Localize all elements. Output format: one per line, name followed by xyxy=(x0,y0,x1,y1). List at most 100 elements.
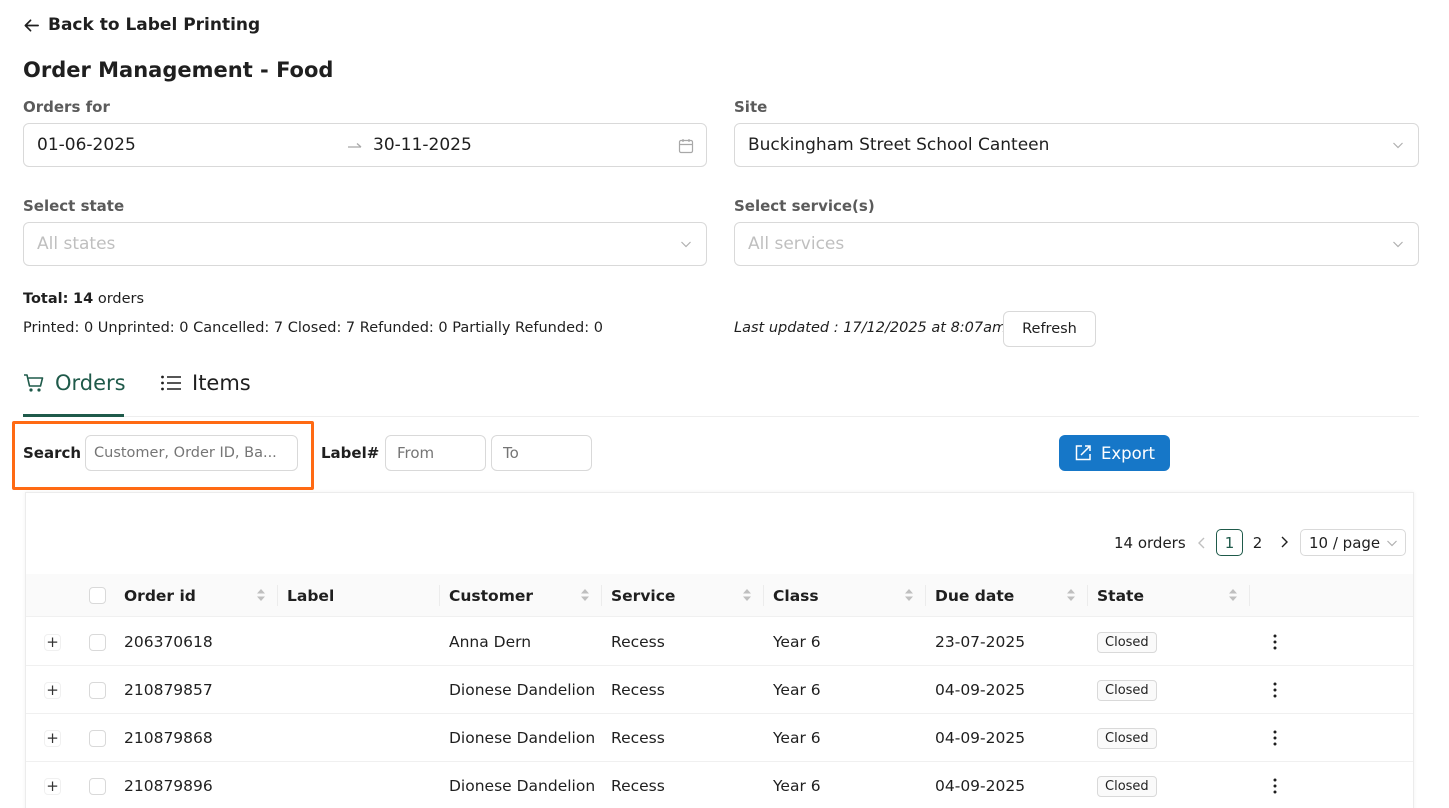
due-date-cell: 23-07-2025 xyxy=(935,633,1026,651)
chevron-left-icon[interactable] xyxy=(1194,535,1210,551)
pagination-total: 14 orders xyxy=(1114,533,1186,552)
due-date-cell: 04-09-2025 xyxy=(935,681,1026,699)
table-row: + 210879896 Dionese Dandelion Recess Yea… xyxy=(26,762,1413,808)
select-services-label: Select service(s) xyxy=(734,197,875,215)
more-actions-icon[interactable] xyxy=(1265,632,1285,652)
column-header-class[interactable]: Class xyxy=(773,574,819,617)
tabs-divider xyxy=(23,416,1419,417)
tab-orders[interactable]: Orders xyxy=(23,368,126,398)
row-checkbox[interactable] xyxy=(89,777,106,795)
class-cell: Year 6 xyxy=(773,681,821,699)
state-badge: Closed xyxy=(1097,631,1157,653)
arrow-right-icon xyxy=(348,143,362,148)
customer-cell: Dionese Dandelion xyxy=(449,681,596,699)
calendar-icon xyxy=(678,139,694,154)
orders-for-label: Orders for xyxy=(23,98,110,116)
site-label: Site xyxy=(734,98,768,116)
export-icon xyxy=(1075,445,1091,461)
page-title: Order Management - Food xyxy=(23,58,334,82)
service-cell: Recess xyxy=(611,729,665,747)
chevron-down-icon xyxy=(1393,142,1403,149)
sort-icon[interactable] xyxy=(742,587,752,603)
export-button[interactable]: Export xyxy=(1059,435,1170,471)
expand-row-button[interactable]: + xyxy=(44,729,61,747)
class-cell: Year 6 xyxy=(773,777,821,795)
customer-cell: Anna Dern xyxy=(449,633,532,651)
total-suffix: orders xyxy=(97,291,145,307)
service-cell: Recess xyxy=(611,681,665,699)
row-checkbox[interactable] xyxy=(89,633,106,651)
sort-icon[interactable] xyxy=(904,587,914,603)
page-size-select[interactable]: 10 / page xyxy=(1300,529,1406,556)
total-prefix: Total: xyxy=(23,291,69,307)
label-from-input[interactable] xyxy=(385,435,486,471)
date-range-picker[interactable]: 01-06-2025 30-11-2025 xyxy=(23,123,707,167)
refresh-button[interactable]: Refresh xyxy=(1003,311,1096,347)
services-select[interactable]: All services xyxy=(734,222,1419,266)
column-header-service[interactable]: Service xyxy=(611,574,675,617)
chevron-right-icon[interactable] xyxy=(1276,534,1292,550)
tab-orders-label: Orders xyxy=(55,371,126,395)
customer-cell: Dionese Dandelion xyxy=(449,729,596,747)
tab-items[interactable]: Items xyxy=(160,368,251,398)
date-from-value[interactable]: 01-06-2025 xyxy=(37,135,136,155)
total-orders-summary: Total: 14 orders xyxy=(23,291,144,307)
order-id-cell: 210879857 xyxy=(124,681,213,699)
customer-cell: Dionese Dandelion xyxy=(449,777,596,795)
site-value: Buckingham Street School Canteen xyxy=(748,135,1050,155)
more-actions-icon[interactable] xyxy=(1265,728,1285,748)
chevron-down-icon xyxy=(1393,241,1403,248)
arrow-left-icon xyxy=(24,18,39,32)
list-icon xyxy=(161,375,181,391)
expand-row-button[interactable]: + xyxy=(44,633,61,651)
status-breakdown: Printed: 0 Unprinted: 0 Cancelled: 7 Clo… xyxy=(23,320,603,336)
more-actions-icon[interactable] xyxy=(1265,680,1285,700)
page-1-button[interactable]: 1 xyxy=(1216,529,1243,556)
table-row: + 206370618 Anna Dern Recess Year 6 23-0… xyxy=(26,618,1413,666)
sort-icon[interactable] xyxy=(256,587,266,603)
date-to-value[interactable]: 30-11-2025 xyxy=(373,135,472,155)
export-label: Export xyxy=(1100,443,1155,463)
service-cell: Recess xyxy=(611,633,665,651)
page-2-button[interactable]: 2 xyxy=(1244,529,1271,556)
order-id-cell: 206370618 xyxy=(124,633,213,651)
services-placeholder: All services xyxy=(748,234,845,254)
expand-row-button[interactable]: + xyxy=(44,681,61,699)
search-highlight-frame xyxy=(12,421,314,490)
row-checkbox[interactable] xyxy=(89,729,106,747)
column-header-order-id[interactable]: Order id xyxy=(124,574,196,617)
state-placeholder: All states xyxy=(37,234,116,254)
chevron-down-icon xyxy=(1387,540,1398,546)
sort-icon[interactable] xyxy=(580,587,590,603)
site-select[interactable]: Buckingham Street School Canteen xyxy=(734,123,1419,167)
state-badge: Closed xyxy=(1097,727,1157,749)
due-date-cell: 04-09-2025 xyxy=(935,729,1026,747)
sort-icon[interactable] xyxy=(1228,587,1238,603)
table-row: + 210879857 Dionese Dandelion Recess Yea… xyxy=(26,666,1413,714)
active-tab-indicator xyxy=(23,414,124,417)
chevron-down-icon xyxy=(681,241,691,248)
label-to-input[interactable] xyxy=(491,435,592,471)
row-checkbox[interactable] xyxy=(89,681,106,699)
expand-row-button[interactable]: + xyxy=(44,777,61,795)
column-header-customer[interactable]: Customer xyxy=(449,574,533,617)
class-cell: Year 6 xyxy=(773,729,821,747)
service-cell: Recess xyxy=(611,777,665,795)
select-state-label: Select state xyxy=(23,197,125,215)
class-cell: Year 6 xyxy=(773,633,821,651)
column-header-due-date[interactable]: Due date xyxy=(935,574,1014,617)
order-id-cell: 210879868 xyxy=(124,729,213,747)
cart-icon xyxy=(24,374,44,392)
back-to-label-printing-link[interactable]: Back to Label Printing xyxy=(23,13,260,37)
sort-icon[interactable] xyxy=(1066,587,1076,603)
column-header-state[interactable]: State xyxy=(1097,574,1144,617)
page-size-value: 10 / page xyxy=(1309,533,1381,552)
select-all-checkbox[interactable] xyxy=(89,587,106,604)
more-actions-icon[interactable] xyxy=(1265,776,1285,796)
state-badge: Closed xyxy=(1097,679,1157,701)
state-select[interactable]: All states xyxy=(23,222,707,266)
due-date-cell: 04-09-2025 xyxy=(935,777,1026,795)
table-row: + 210879868 Dionese Dandelion Recess Yea… xyxy=(26,714,1413,762)
tab-items-label: Items xyxy=(192,371,251,395)
total-count: 14 xyxy=(73,291,94,307)
